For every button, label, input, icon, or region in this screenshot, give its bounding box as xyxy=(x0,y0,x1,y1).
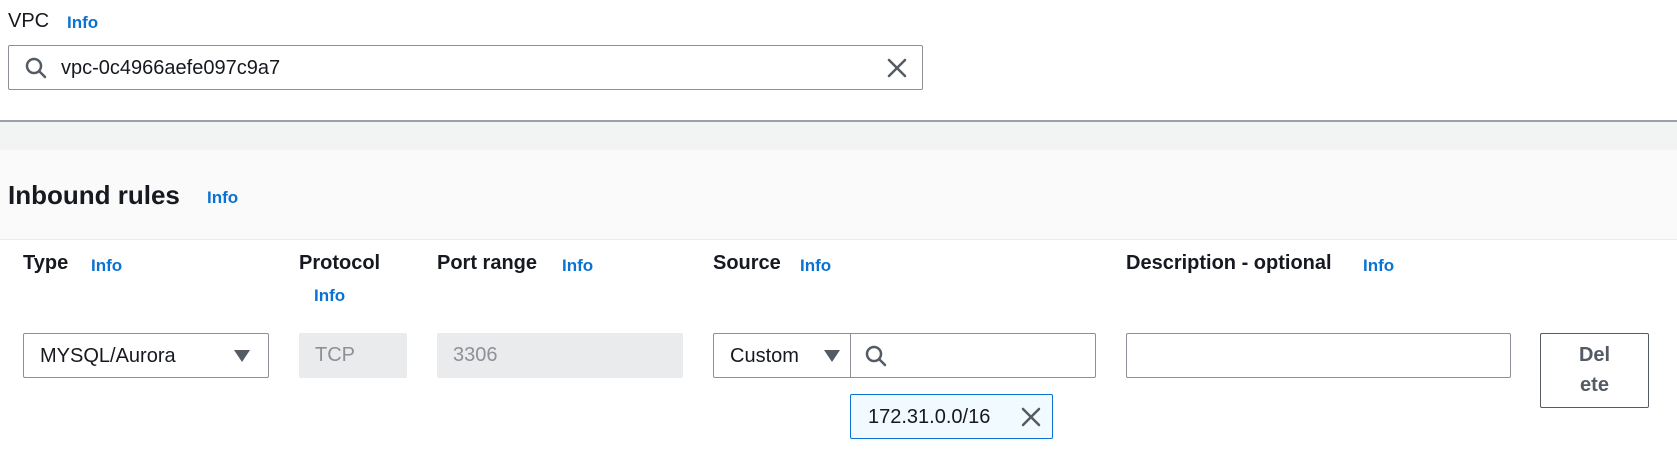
delete-rule-button[interactable]: Del ete xyxy=(1540,333,1649,408)
type-info-link[interactable]: Info xyxy=(91,256,122,276)
inbound-rules-title: Inbound rules xyxy=(8,180,180,210)
vpc-search-field[interactable]: vpc-0c4966aefe097c9a7 xyxy=(8,45,923,90)
port-range-field: 3306 xyxy=(437,333,683,378)
vpc-label: VPC xyxy=(8,10,50,32)
protocol-value: TCP xyxy=(315,344,355,366)
source-type-select[interactable]: Custom xyxy=(713,333,851,378)
port-range-column-header: Port range xyxy=(437,252,538,274)
type-column-header: Type xyxy=(23,252,69,274)
description-column-header: Description - optional xyxy=(1126,252,1332,274)
vpc-value: vpc-0c4966aefe097c9a7 xyxy=(61,57,281,79)
search-icon xyxy=(25,57,47,84)
delete-label-line-2: ete xyxy=(1580,374,1609,396)
type-select-value: MYSQL/Aurora xyxy=(40,345,176,367)
source-token: 172.31.0.0/16 xyxy=(850,394,1053,439)
port-range-value: 3306 xyxy=(453,344,498,366)
source-column-header: Source xyxy=(713,252,781,274)
inbound-rules-info-link[interactable]: Info xyxy=(207,188,238,208)
source-info-link[interactable]: Info xyxy=(800,256,831,276)
protocol-field: TCP xyxy=(299,333,407,378)
caret-down-icon xyxy=(234,350,250,362)
section-gap xyxy=(0,122,1677,150)
source-token-value: 172.31.0.0/16 xyxy=(868,406,991,428)
source-type-value: Custom xyxy=(730,345,799,367)
delete-label-line-1: Del xyxy=(1578,344,1611,366)
description-info-link[interactable]: Info xyxy=(1363,256,1394,276)
close-icon[interactable] xyxy=(886,57,908,84)
type-select[interactable]: MYSQL/Aurora xyxy=(23,333,269,378)
inbound-rules-header: Inbound rules Info xyxy=(0,150,1677,240)
port-range-info-link[interactable]: Info xyxy=(562,256,593,276)
source-search-input[interactable] xyxy=(850,333,1096,378)
close-icon[interactable] xyxy=(1020,406,1042,433)
vpc-info-link[interactable]: Info xyxy=(67,13,98,33)
description-input[interactable] xyxy=(1126,333,1511,378)
caret-down-icon xyxy=(824,350,840,362)
protocol-info-link[interactable]: Info xyxy=(314,286,345,306)
protocol-column-header: Protocol xyxy=(299,252,381,274)
search-icon xyxy=(865,345,887,372)
